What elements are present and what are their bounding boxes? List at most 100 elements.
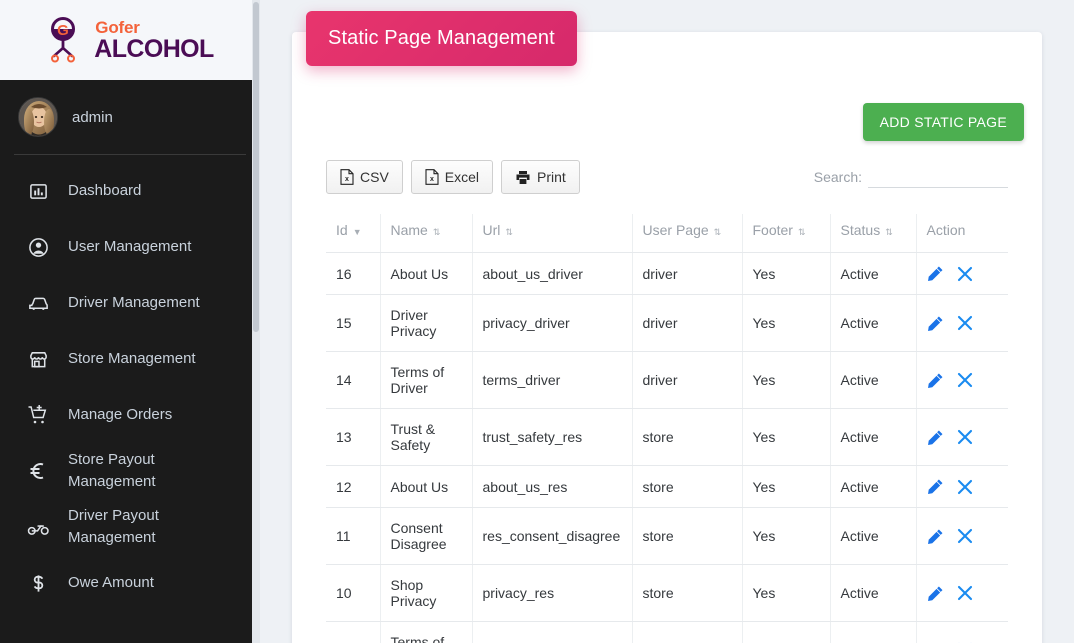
delete-x-icon[interactable] [957, 528, 973, 544]
column-header-footer[interactable]: Footer ⇅ [742, 214, 831, 253]
table-row: 16 About Us about_us_driver driver Yes Active [326, 252, 1008, 295]
sidebar-item-label: Owe Amount [68, 574, 154, 592]
edit-pencil-icon[interactable] [927, 315, 944, 332]
cell-name: Trust & Safety [380, 408, 473, 466]
cell-user-page: store [632, 465, 743, 508]
sort-both-icon: ⇅ [885, 227, 893, 237]
sidebar-item-store-management[interactable]: Store Management [0, 331, 260, 387]
cell-status: Active [830, 252, 917, 295]
cell-status: Active [830, 465, 917, 508]
cell-action [916, 408, 1008, 466]
printer-icon [516, 170, 530, 184]
cell-id: 12 [326, 465, 381, 508]
cell-footer: Yes [742, 252, 831, 295]
sidebar-item-driver-management[interactable]: Driver Management [0, 275, 260, 331]
main-content: ADD STATIC PAGE x CSV x Excel Print Sear… [260, 0, 1074, 643]
cell-name: Terms of Driver [380, 351, 473, 409]
sidebar-scrollbar-thumb[interactable] [253, 2, 259, 332]
cell-name: Consent Disagree [380, 507, 473, 565]
sidebar-user-profile[interactable]: admin [0, 80, 260, 154]
column-header-status[interactable]: Status ⇅ [830, 214, 917, 253]
delete-x-icon[interactable] [957, 266, 973, 282]
cell-status: Active [830, 294, 917, 352]
brand-logo[interactable]: G Gofer ALCOHOL [0, 0, 260, 80]
edit-pencil-icon[interactable] [927, 372, 944, 389]
edit-pencil-icon[interactable] [927, 478, 944, 495]
table-row: 13 Trust & Safety trust_safety_res store Yes… [326, 408, 1008, 466]
sidebar-item-manage-orders[interactable]: Manage Orders [0, 387, 260, 443]
cell-footer: Yes [742, 621, 831, 643]
delete-x-icon[interactable] [957, 315, 973, 331]
dollar-icon [26, 571, 50, 595]
add-static-page-button[interactable]: ADD STATIC PAGE [862, 103, 1024, 141]
column-header-user-page[interactable]: User Page ⇅ [632, 214, 743, 253]
column-header-url[interactable]: Url ⇅ [472, 214, 633, 253]
sidebar-item-label: Manage Orders [68, 406, 173, 424]
delete-x-icon[interactable] [957, 479, 973, 495]
cell-status: Active [830, 351, 917, 409]
column-label: Name [390, 222, 428, 238]
cell-url: tearms_res [472, 621, 633, 643]
cell-url: about_us_res [472, 465, 633, 508]
sidebar-item-driver-payout-management[interactable]: Driver Payout Management [0, 499, 260, 555]
column-header-action: Action [916, 214, 1008, 253]
table-row: 15 Driver Privacy privacy_driver driver Yes A… [326, 294, 1008, 352]
cell-user-page: store [632, 621, 743, 643]
table-row: 11 Consent Disagree res_consent_disagree st… [326, 507, 1008, 565]
sidebar-item-label: Driver Management [68, 294, 200, 312]
sidebar-user-name: admin [72, 108, 113, 126]
sidebar-item-owe-amount[interactable]: Owe Amount [0, 555, 260, 611]
column-header-id[interactable]: Id ▼ [326, 214, 381, 253]
search-label: Search: [813, 169, 862, 185]
export-csv-label: CSV [360, 169, 389, 185]
cell-footer: Yes [742, 351, 831, 409]
cell-name: About Us [380, 465, 473, 508]
table-body: 16 About Us about_us_driver driver Yes Active… [326, 252, 1008, 643]
export-excel-button[interactable]: x Excel [410, 160, 494, 194]
print-button[interactable]: Print [501, 160, 580, 194]
cell-id: 13 [326, 408, 381, 466]
wine-glass-cart-icon: G [51, 17, 76, 63]
sidebar-item-label: Store Payout Management [68, 451, 156, 490]
sidebar-item-user-management[interactable]: User Management [0, 219, 260, 275]
table-header-row: Id ▼ Name ⇅ Url ⇅ User Page ⇅ Footer ⇅ S… [326, 214, 1008, 253]
sidebar-item-label: Dashboard [68, 182, 142, 200]
cell-action [916, 252, 1008, 295]
delete-x-icon[interactable] [957, 372, 973, 388]
cell-user-page: driver [632, 351, 743, 409]
export-csv-button[interactable]: x CSV [326, 160, 403, 194]
sort-both-icon: ⇅ [797, 227, 806, 237]
cell-footer: Yes [742, 507, 831, 565]
table-row: 10 Shop Privacy privacy_res store Yes Active [326, 564, 1008, 622]
cell-name: Driver Privacy [380, 294, 473, 352]
cell-footer: Yes [742, 294, 831, 352]
column-label: Status [840, 222, 881, 238]
brand-name-top: Gofer [95, 17, 140, 37]
edit-pencil-icon[interactable] [927, 528, 944, 545]
cell-action [916, 507, 1008, 565]
delete-x-icon[interactable] [957, 585, 973, 601]
sidebar-item-store-payout-management[interactable]: Store Payout Management [0, 443, 260, 499]
cell-id: 14 [326, 351, 381, 409]
store-icon [26, 347, 50, 371]
content-card: ADD STATIC PAGE x CSV x Excel Print Sear… [292, 32, 1042, 643]
edit-pencil-icon[interactable] [927, 429, 944, 446]
brand-name-bottom: ALCOHOL [94, 34, 214, 63]
sidebar-item-label: Store Management [68, 350, 196, 368]
avatar [18, 97, 58, 137]
edit-pencil-icon[interactable] [927, 585, 944, 602]
sidebar-item-label: User Management [68, 238, 192, 256]
cell-id: 15 [326, 294, 381, 352]
user-circle-icon [26, 235, 50, 259]
table-toolbar: x CSV x Excel Print Search: [326, 160, 1008, 200]
page-title-text: Static Page Management [328, 27, 555, 49]
sidebar-item-dashboard[interactable]: Dashboard [0, 163, 260, 219]
edit-pencil-icon[interactable] [927, 265, 944, 282]
search-input[interactable] [868, 165, 1008, 188]
cell-action [916, 294, 1008, 352]
column-header-name[interactable]: Name ⇅ [380, 214, 473, 253]
search-box: Search: [814, 165, 1008, 188]
sidebar-scrollbar[interactable] [252, 0, 260, 643]
sort-desc-icon: ▼ [352, 227, 362, 237]
delete-x-icon[interactable] [957, 429, 973, 445]
